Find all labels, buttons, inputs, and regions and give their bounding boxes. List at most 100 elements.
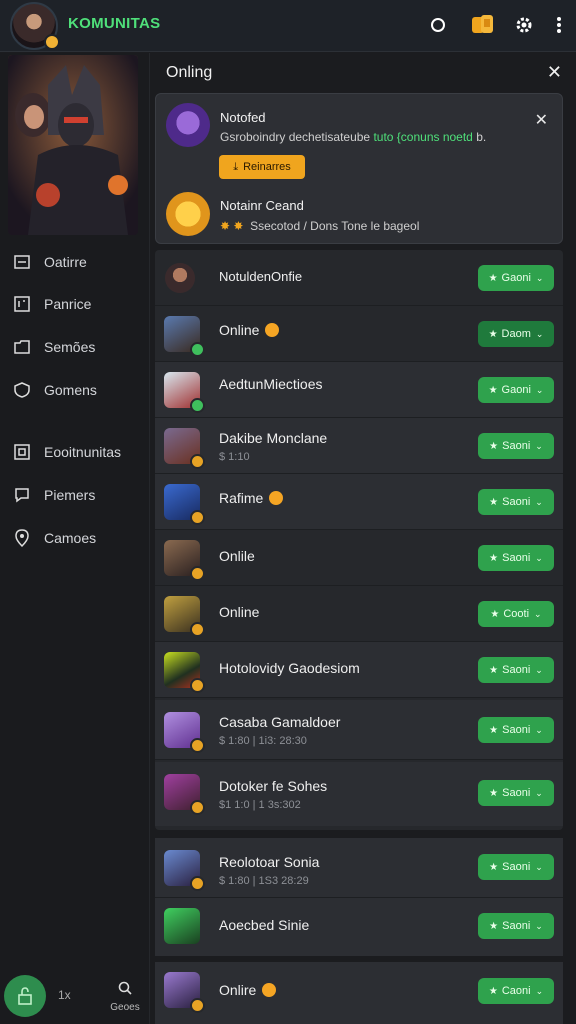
settings-icon[interactable] xyxy=(511,12,537,38)
status-badge xyxy=(190,678,205,693)
lock-icon xyxy=(18,987,32,1005)
player-name: Dotoker fe Sohes xyxy=(219,778,328,794)
join-button[interactable]: ★ Daom ⌄ xyxy=(478,321,554,347)
player-meta: $ 1:80 | 1S3 28:29 xyxy=(219,875,309,887)
online-badge xyxy=(190,342,205,357)
list-item[interactable]: Online ★ Daom ⌄ xyxy=(155,306,563,362)
player-avatar xyxy=(164,652,205,693)
player-avatar xyxy=(164,540,205,581)
player-avatar xyxy=(164,372,205,413)
bottom-count: 1x xyxy=(58,988,71,1002)
notification-avatar xyxy=(166,103,210,147)
sidebar-item-camoes[interactable]: Camoes xyxy=(12,526,142,550)
create-button[interactable] xyxy=(4,975,46,1017)
notification-title: Notofed xyxy=(220,110,266,125)
sidebar-item-eooitnunitas[interactable]: Eooitnunitas xyxy=(12,440,142,464)
status-badge xyxy=(190,566,205,581)
status-badge xyxy=(190,510,205,525)
list-item[interactable]: NotuldenOnfie ★ Gaoni ⌄ xyxy=(155,250,563,306)
status-badge xyxy=(190,622,205,637)
join-button[interactable]: ★ Gaoni ⌄ xyxy=(478,265,554,291)
player-meta: $ 1:80 | 1i3: 28:30 xyxy=(219,735,307,747)
notification-title-2: Notainr Ceand xyxy=(220,198,304,213)
join-button[interactable]: ★ Caoni ⌄ xyxy=(478,978,554,1004)
sidebar-item-label: Panrice xyxy=(44,296,92,312)
achievement-icon xyxy=(166,192,210,236)
list-item[interactable]: Hotolovidy Gaodesiom ★ Saoni ⌄ xyxy=(155,642,563,698)
emoji-icon xyxy=(262,983,277,997)
status-badge xyxy=(190,738,205,753)
join-button[interactable]: ★ Saoni ⌄ xyxy=(478,433,554,459)
sidebar-item-label: Semões xyxy=(44,339,96,355)
shield-icon xyxy=(12,380,32,400)
close-icon[interactable]: ✕ xyxy=(547,62,562,83)
online-badge xyxy=(190,398,205,413)
player-avatar xyxy=(164,908,200,944)
notification-close-icon[interactable]: ✕ xyxy=(535,110,548,130)
bottom-search-button[interactable]: Geoes xyxy=(108,981,142,1013)
hero-banner-image[interactable] xyxy=(8,55,138,235)
sidebar-item-gomens[interactable]: Gomens xyxy=(12,378,142,402)
notification-text: Gsroboindry dechetisateube tuto {conuns … xyxy=(220,130,487,144)
friends-list-3: Onlire ★ Caoni ⌄ xyxy=(155,962,563,1024)
sidebar: Oatirre Panrice Semões Gomens Eooitnunit… xyxy=(0,53,150,1024)
player-avatar xyxy=(164,316,205,357)
status-badge xyxy=(190,800,205,815)
join-button[interactable]: ★ Gaoni ⌄ xyxy=(478,377,554,403)
community-icon xyxy=(12,442,32,462)
player-name: Onlire xyxy=(219,982,277,998)
player-name: Aoecbed Sinie xyxy=(219,917,310,933)
join-button[interactable]: ★ Saoni ⌄ xyxy=(478,717,554,743)
player-avatar xyxy=(164,972,205,1013)
player-name: Casaba Gamaldoer xyxy=(219,714,341,730)
player-avatar xyxy=(164,850,205,891)
notification-action-button[interactable]: ⤓ Reinarres xyxy=(219,155,305,179)
join-button[interactable]: ★ Saoni ⌄ xyxy=(478,489,554,515)
list-item[interactable]: Reolotoar Sonia $ 1:80 | 1S3 28:29 ★ Saon… xyxy=(155,838,563,898)
status-badge xyxy=(190,876,205,891)
list-item[interactable]: Onlire ★ Caoni ⌄ xyxy=(155,962,563,1024)
search-icon xyxy=(118,981,132,995)
list-item[interactable]: Online ★ Cooti ⌄ xyxy=(155,586,563,642)
player-name: Reolotoar Sonia xyxy=(219,854,320,870)
list-item[interactable]: Onlile ★ Saoni ⌄ xyxy=(155,530,563,586)
notification-icon[interactable] xyxy=(425,12,451,38)
list-item[interactable]: Rafime ★ Saoni ⌄ xyxy=(155,474,563,530)
player-name: Online xyxy=(219,604,260,620)
list-item[interactable]: AedtunMiectioes ★ Gaoni ⌄ xyxy=(155,362,563,418)
list-icon xyxy=(12,252,32,272)
sidebar-item-oatirre[interactable]: Oatirre xyxy=(12,250,142,274)
more-icon[interactable] xyxy=(546,12,572,38)
player-name: AedtunMiectioes xyxy=(219,376,323,392)
status-badge xyxy=(190,998,205,1013)
join-button[interactable]: ★ Saoni ⌄ xyxy=(478,657,554,683)
list-item[interactable]: Dotoker fe Sohes $1 1:0 | 1 3s:302 ★ Saon… xyxy=(155,762,563,826)
sidebar-item-semoes[interactable]: Semões xyxy=(12,335,142,359)
join-button[interactable]: ★ Saoni ⌄ xyxy=(478,780,554,806)
sidebar-item-label: Gomens xyxy=(44,382,97,398)
player-meta: $1 1:0 | 1 3s:302 xyxy=(219,799,301,811)
player-name: Hotolovidy Gaodesiom xyxy=(219,660,360,676)
grid-icon xyxy=(12,294,32,314)
sidebar-item-label: Camoes xyxy=(44,530,97,546)
pin-icon xyxy=(12,528,32,548)
join-button[interactable]: ★ Saoni ⌄ xyxy=(478,545,554,571)
notification-card: Notofed Gsroboindry dechetisateube tuto … xyxy=(155,93,563,244)
player-name: NotuldenOnfie xyxy=(219,269,303,284)
coins-icon[interactable] xyxy=(470,12,496,38)
list-item[interactable]: Dakibe Monclane $ 1:10 ★ Saoni ⌄ xyxy=(155,418,563,474)
sidebar-item-panrice[interactable]: Panrice xyxy=(12,292,142,316)
list-item[interactable]: Aoecbed Sinie ★ Saoni ⌄ xyxy=(155,898,563,956)
top-bar: KOMUNITAS xyxy=(0,0,576,52)
app-brand: KOMUNITAS xyxy=(68,15,161,32)
join-button[interactable]: ★ Saoni ⌄ xyxy=(478,913,554,939)
player-name: Online xyxy=(219,322,280,338)
join-button[interactable]: ★ Saoni ⌄ xyxy=(478,854,554,880)
sidebar-item-piemers[interactable]: Piemers xyxy=(12,483,142,507)
list-item[interactable]: Casaba Gamaldoer $ 1:80 | 1i3: 28:30 ★ Sa… xyxy=(155,700,563,760)
join-button[interactable]: ★ Cooti ⌄ xyxy=(478,601,554,627)
player-avatar xyxy=(164,712,205,753)
sidebar-item-label: Eooitnunitas xyxy=(44,444,122,460)
friends-list: NotuldenOnfie ★ Gaoni ⌄ Online ★ Daom ⌄ Aedt… xyxy=(155,250,563,830)
user-avatar[interactable] xyxy=(10,2,60,50)
